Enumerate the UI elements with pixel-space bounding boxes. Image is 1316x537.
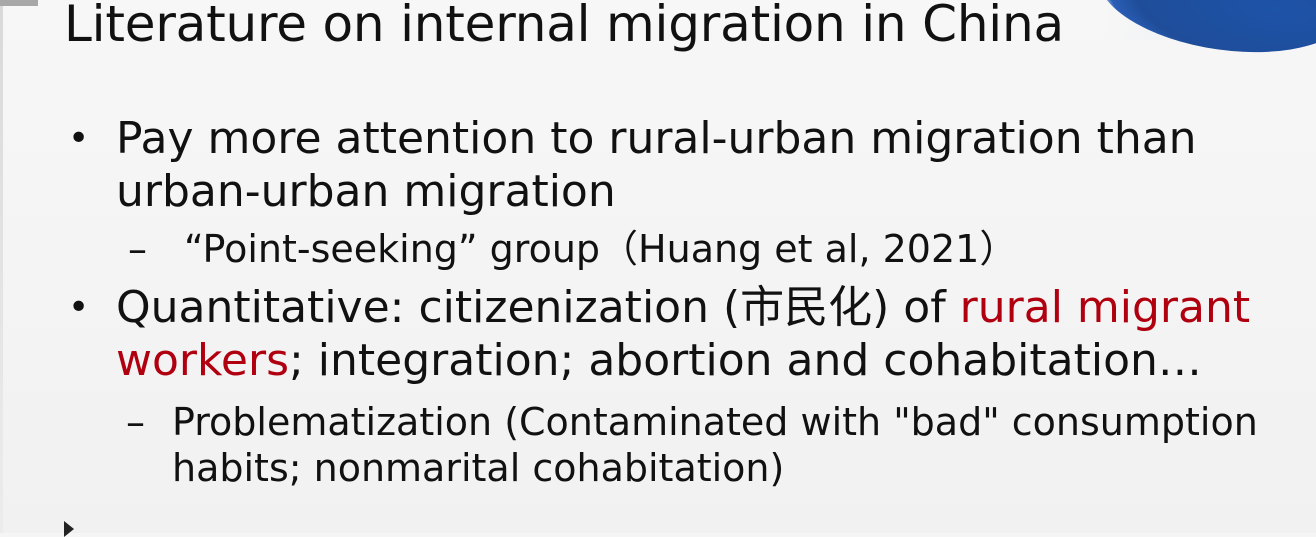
bullet-list: • Pay more attention to rural-urban migr… (68, 112, 1308, 491)
bullet-dot-icon: • (68, 287, 90, 328)
slide-title: Literature on internal migration in Chin… (64, 0, 1064, 53)
sub-bullet-text: “Point-seeking” group（Huang et al, 2021） (184, 227, 1018, 271)
bullet-text-before: Quantitative: citizenization (市民化) of (116, 282, 960, 333)
next-slide-arrow-icon[interactable] (64, 521, 74, 537)
bullet-item-rural-urban: • Pay more attention to rural-urban migr… (68, 112, 1308, 218)
bullet-text-after: ; integration; abortion and cohabitation… (289, 335, 1202, 386)
slide: Literature on internal migration in Chin… (0, 0, 1316, 537)
bullet-text: Pay more attention to rural-urban migrat… (116, 113, 1197, 217)
sub-bullet-dash-icon: – (128, 227, 147, 271)
sub-bullet-point-seeking: – “Point-seeking” group（Huang et al, 202… (68, 226, 1308, 272)
bullet-item-quantitative: • Quantitative: citizenization (市民化) of … (68, 281, 1308, 387)
sub-bullet-problematization: – Problematization (Contaminated with "b… (68, 399, 1308, 491)
slide-left-edge (0, 0, 3, 533)
bullet-dot-icon: • (68, 118, 90, 159)
window-corner-tab (0, 0, 38, 6)
sub-bullet-text: Problematization (Contaminated with "bad… (172, 400, 1258, 490)
sub-bullet-dash-icon: – (126, 400, 145, 444)
